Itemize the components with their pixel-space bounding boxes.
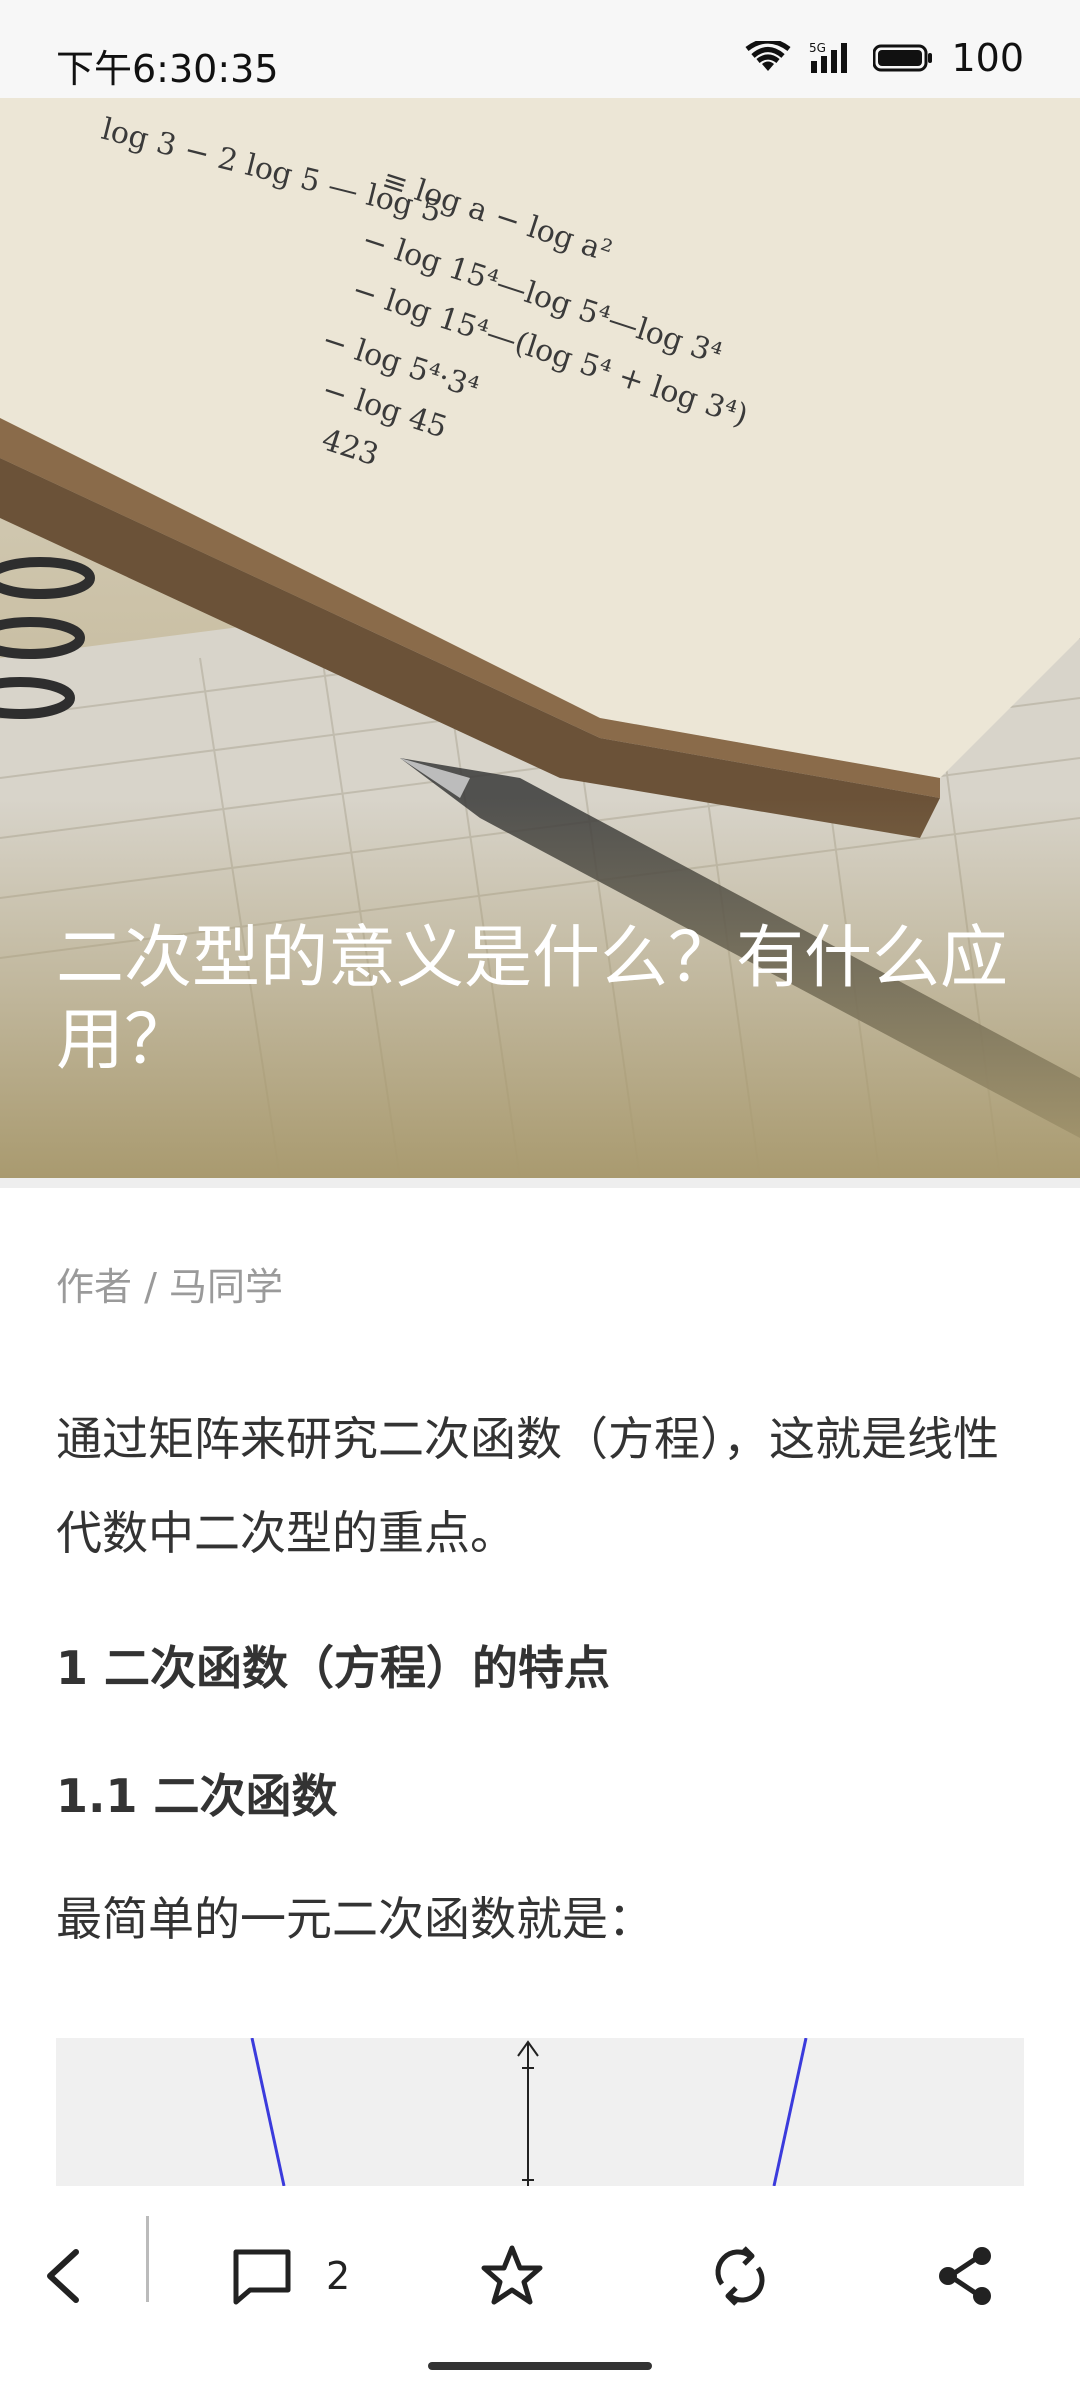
hero-divider	[0, 1178, 1080, 1188]
author-line: 作者 / 马同学	[56, 1265, 283, 1309]
comment-icon	[233, 2249, 291, 2305]
parabola-figure	[56, 2038, 1024, 2186]
home-indicator[interactable]	[428, 2362, 652, 2370]
svg-text:5G: 5G	[809, 41, 826, 55]
status-time: 下午6:30:35	[56, 47, 279, 91]
share-icon	[939, 2247, 991, 2305]
wifi-icon	[745, 41, 791, 71]
back-icon	[47, 2249, 79, 2303]
comment-button[interactable]: 2	[230, 2236, 350, 2316]
share-button[interactable]	[934, 2236, 998, 2316]
refresh-icon	[715, 2246, 765, 2306]
article-title: 二次型的意义是什么？有什么应用？	[56, 919, 1009, 1080]
body-paragraph: 最简单的一元二次函数就是：	[56, 1892, 654, 1946]
status-icons: 5G 100	[745, 36, 1024, 80]
favorite-button[interactable]	[480, 2236, 544, 2316]
intro-paragraph: 通过矩阵来研究二次函数（方程），这就是线性代数中二次型的重点。	[56, 1412, 999, 1560]
comment-count: 2	[326, 2254, 351, 2298]
status-bar: 下午6:30:35 5G 100	[0, 0, 1080, 98]
section-heading-1-1: 1.1 二次函数	[56, 1769, 338, 1823]
star-icon	[481, 2245, 543, 2305]
section-heading-1: 1 二次函数（方程）的特点	[56, 1641, 611, 1695]
toolbar-divider	[146, 2216, 149, 2302]
refresh-button[interactable]	[710, 2236, 770, 2316]
5g-signal-icon: 5G	[809, 41, 848, 73]
parabola-graph	[250, 2038, 808, 2186]
hero-image: ≡ log a − log a² − log 15⁴—log 5⁴—log 3⁴…	[0, 98, 1080, 1178]
back-button[interactable]	[40, 2236, 84, 2316]
battery-level: 100	[951, 36, 1024, 80]
battery-icon	[873, 44, 933, 72]
